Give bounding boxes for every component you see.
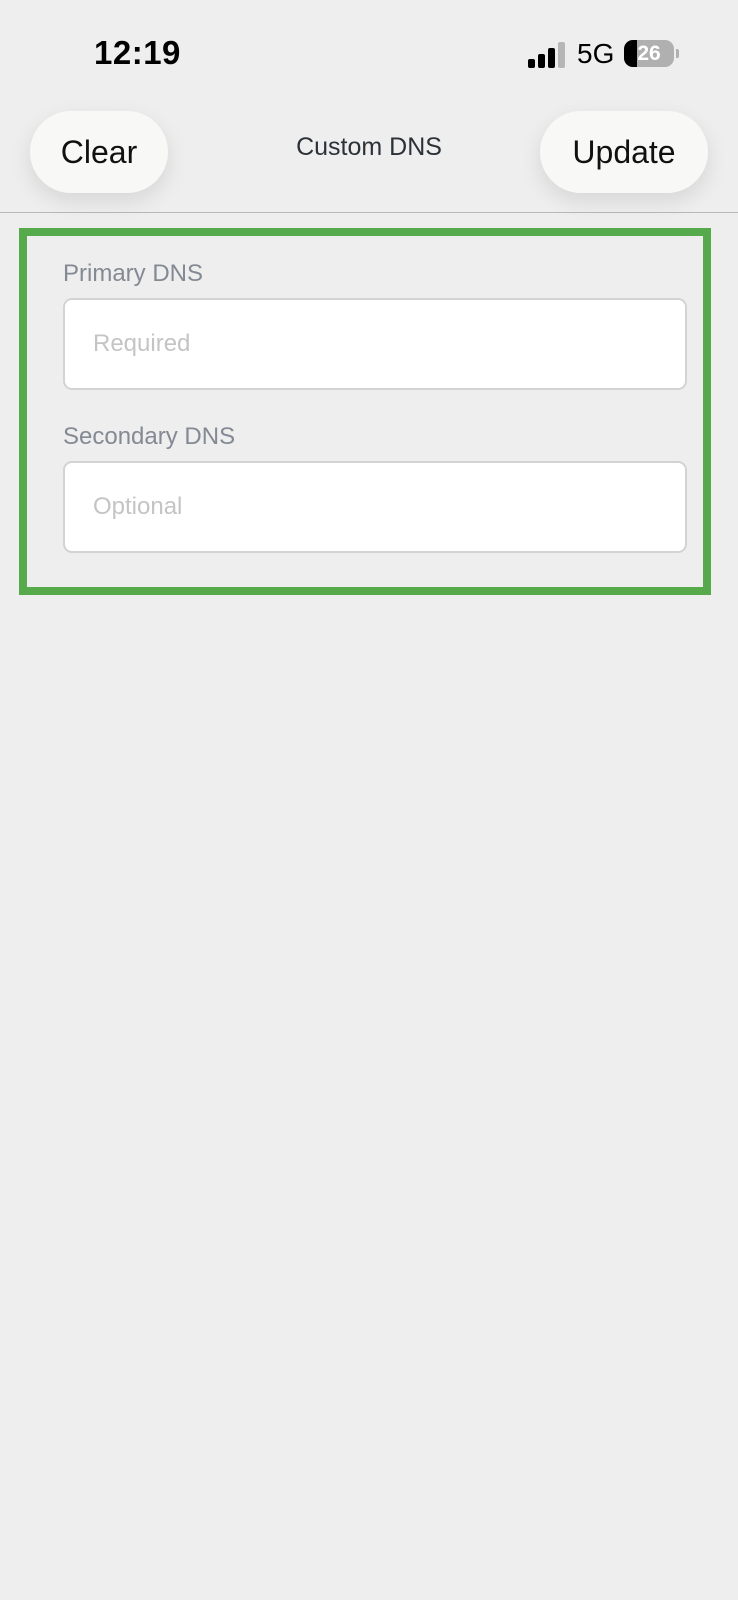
secondary-dns-input[interactable] (63, 461, 687, 553)
battery-icon: 26 (624, 40, 674, 67)
secondary-dns-label: Secondary DNS (63, 423, 236, 450)
cellular-signal-icon (528, 42, 566, 68)
navigation-bar: Clear Custom DNS Update (0, 100, 738, 213)
primary-dns-input[interactable] (63, 298, 687, 390)
update-button[interactable]: Update (540, 111, 708, 193)
battery-level: 26 (637, 42, 661, 65)
dns-form: Primary DNS Secondary DNS (19, 228, 711, 595)
battery-tip (676, 49, 679, 58)
network-type: 5G (577, 38, 615, 69)
status-bar: 12:19 5G 26 (0, 0, 738, 100)
primary-dns-label: Primary DNS (63, 260, 204, 287)
status-time: 12:19 (94, 34, 181, 71)
